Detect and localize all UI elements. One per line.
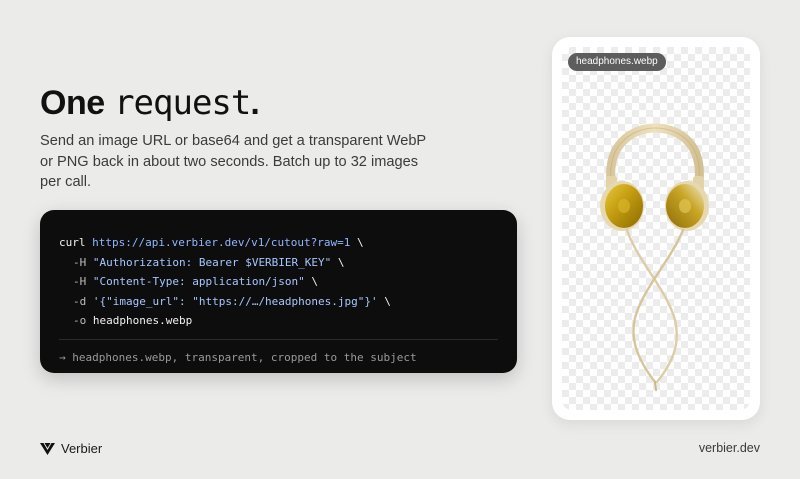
- code-output-file: headphones.webp: [92, 314, 193, 327]
- code-auth-header: "Authorization: Bearer $VERBIER_KEY": [92, 255, 332, 269]
- code-flag: -H: [73, 255, 87, 269]
- headline-word-one: One: [40, 84, 105, 122]
- code-block[interactable]: curl https://api.verbier.dev/v1/cutout?r…: [40, 210, 517, 373]
- code-line-4: -d '{"image_url": "https://…/headphones.…: [59, 292, 391, 312]
- code-line-3: -H "Content-Type: application/json" \: [59, 272, 391, 292]
- code-continuation: \: [331, 255, 345, 269]
- code-json-body: '{"image_url": "https://…/headphones.jpg…: [92, 294, 378, 308]
- brand[interactable]: Verbier: [40, 441, 102, 456]
- headline-word-request: request: [114, 83, 251, 123]
- file-name-chip: headphones.webp: [568, 53, 666, 71]
- code-line-2: -H "Authorization: Bearer $VERBIER_KEY" …: [59, 253, 391, 273]
- page-title: One request.: [40, 83, 260, 123]
- headphones-image: [600, 123, 709, 391]
- code-continuation: \: [350, 236, 364, 249]
- code-continuation: \: [304, 275, 319, 288]
- headline-period: .: [250, 84, 260, 122]
- code-line-1: curl https://api.verbier.dev/v1/cutout?r…: [59, 233, 391, 253]
- code-endpoint-url: https://api.verbier.dev/v1/cutout?raw=1: [92, 236, 351, 249]
- code-command: curl: [59, 236, 86, 249]
- code-content-type-header: "Content-Type: application/json": [92, 275, 305, 288]
- domain-link[interactable]: verbier.dev: [699, 441, 760, 455]
- code-continuation: \: [377, 294, 391, 308]
- code-flag: -H: [73, 275, 87, 288]
- verbier-logo-icon: [40, 443, 55, 455]
- code-line-5: -o headphones.webp: [59, 311, 391, 331]
- code-flag: -o: [73, 314, 87, 327]
- code-result-line: → headphones.webp, transparent, cropped …: [59, 339, 498, 364]
- brand-name: Verbier: [61, 441, 103, 456]
- code-lines: curl https://api.verbier.dev/v1/cutout?r…: [59, 233, 391, 331]
- code-flag: -d: [73, 294, 87, 308]
- hero-description: Send an image URL or base64 and get a tr…: [40, 133, 426, 190]
